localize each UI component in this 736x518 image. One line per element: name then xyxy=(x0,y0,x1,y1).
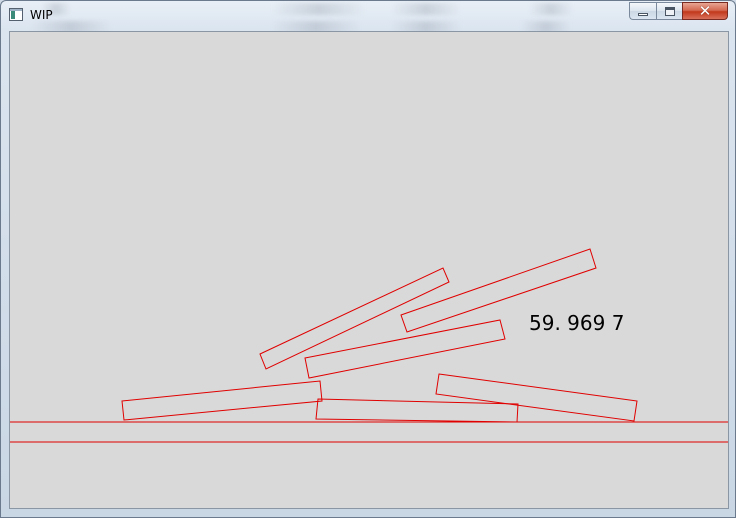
window-title: WIP xyxy=(30,8,53,22)
box-outline xyxy=(435,373,638,422)
maximize-button[interactable] xyxy=(656,2,682,20)
maximize-icon xyxy=(665,7,675,16)
background-blur xyxy=(271,3,366,15)
close-button[interactable]: ✕ xyxy=(682,2,728,20)
scene-outlines xyxy=(10,248,728,443)
background-blur xyxy=(391,3,461,15)
minimize-icon xyxy=(638,13,648,16)
app-window: WIP ✕ 59. 969 7 xyxy=(0,0,736,518)
close-icon: ✕ xyxy=(698,2,712,20)
background-blur xyxy=(529,3,573,15)
caption-buttons: ✕ xyxy=(629,2,728,21)
physics-scene: 59. 969 7 xyxy=(10,248,728,443)
app-window-icon[interactable] xyxy=(9,8,23,21)
minimize-button[interactable] xyxy=(629,2,656,20)
title-bar[interactable]: WIP ✕ xyxy=(1,1,735,33)
box-outline xyxy=(315,398,519,423)
box-outline xyxy=(304,319,506,379)
box-outline xyxy=(259,267,450,370)
box-outline xyxy=(121,380,323,421)
numeric-readout: 59. 969 7 xyxy=(529,311,624,335)
render-canvas[interactable]: 59. 969 7 xyxy=(9,31,729,509)
